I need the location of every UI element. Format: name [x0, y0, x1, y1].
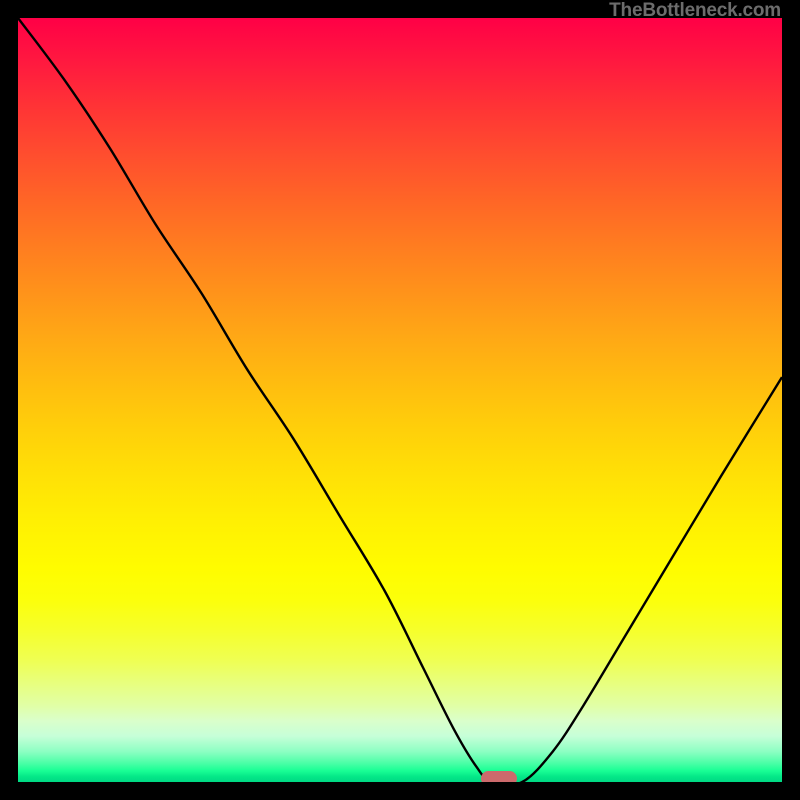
chart-container: TheBottleneck.com: [0, 0, 800, 800]
curve-layer: [18, 18, 782, 782]
watermark-text: TheBottleneck.com: [609, 0, 781, 22]
bottleneck-curve: [18, 18, 782, 782]
plot-area: [18, 18, 782, 782]
optimum-marker: [481, 771, 517, 782]
